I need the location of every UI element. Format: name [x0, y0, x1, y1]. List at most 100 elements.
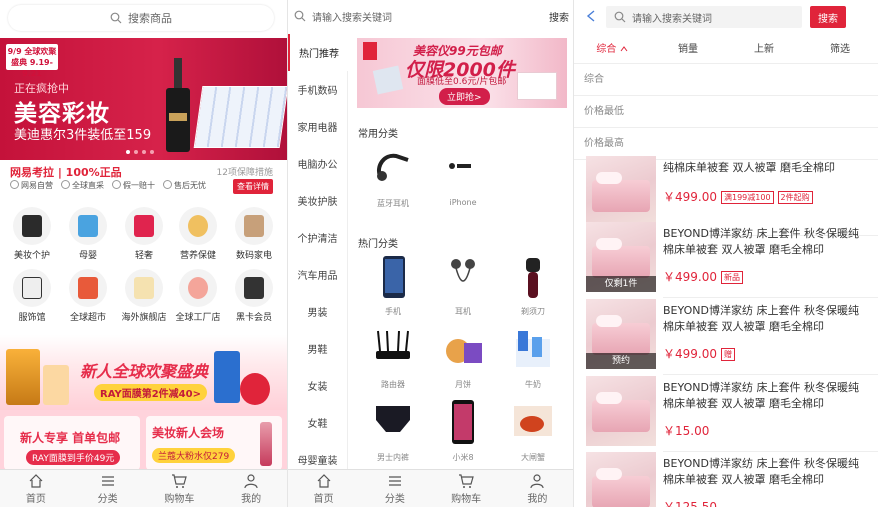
product-image	[586, 376, 656, 446]
tab-cart[interactable]: 购物车	[431, 470, 502, 507]
tab-category[interactable]: 分类	[359, 470, 430, 507]
stock-label: 仅剩1件	[586, 276, 656, 292]
sidebar-item-skincare[interactable]: 美妆护肤	[288, 182, 348, 219]
product-card[interactable]: 预约 BEYOND博洋家纺 床上套件 秋冬保暖纯棉床单被套 双人被罩 磨毛全棉印…	[574, 299, 878, 375]
hero-banner[interactable]: 9/9 全球欢聚盛典 9.19-9.21 正在疯抢中 美容彩妆 美迪惠尔3件装低…	[0, 38, 287, 160]
product-price: ￥15.00	[663, 424, 710, 438]
preorder-label: 预约	[586, 353, 656, 369]
tab-mine[interactable]: 我的	[502, 470, 573, 507]
sidebar-item-womenswear[interactable]: 女装	[288, 367, 348, 404]
product-price: ￥499.00 赠	[663, 345, 735, 362]
search-placeholder: 搜索商品	[128, 12, 172, 25]
home-icon	[317, 473, 331, 488]
newcomer-promo-banner[interactable]: 新人全球欢聚盛典 RAY面膜第2件减40>	[0, 335, 287, 410]
common-bluetooth-earphone[interactable]: 蓝牙耳机	[358, 146, 428, 209]
hot-earphone[interactable]: 耳机	[428, 254, 498, 317]
search-input[interactable]: 请输入搜索关键词	[312, 9, 549, 24]
sort-option[interactable]: 综合	[574, 64, 878, 96]
newcomer-card[interactable]: 新人专享 首单包邮 RAY面膜到手价49元	[4, 416, 140, 470]
common-title: 常用分类	[358, 129, 398, 140]
category-global-market[interactable]: 全球超市	[62, 269, 114, 323]
category-overseas-store[interactable]: 海外旗舰店	[118, 269, 170, 323]
sidebar-item-office[interactable]: 电脑办公	[288, 145, 348, 182]
tab-cart[interactable]: 购物车	[144, 470, 216, 507]
product-price: ￥499.00 新品	[663, 268, 743, 285]
sort-option[interactable]: 价格最低	[574, 96, 878, 128]
hero-line2: 美容彩妆	[14, 101, 110, 127]
tab-mine[interactable]: 我的	[215, 470, 287, 507]
sort-comprehensive[interactable]: 综合	[574, 36, 650, 63]
assurance-count: 12项保障措施	[216, 168, 273, 178]
hot-shaver[interactable]: 剃须刀	[498, 254, 568, 317]
search-icon	[110, 12, 122, 24]
product-price: ￥499.00 满199减100 2件起购	[663, 188, 813, 205]
search-button[interactable]: 搜索	[810, 6, 846, 28]
sidebar-item-menswear[interactable]: 男装	[288, 293, 348, 330]
product-image: 预约	[586, 299, 656, 369]
promo-title: 新人全球欢聚盛典	[80, 362, 209, 381]
sidebar-item-auto[interactable]: 汽车用品	[288, 256, 348, 293]
sort-dropdown: 综合 价格最低 价格最高	[574, 64, 878, 160]
sidebar-item-hot[interactable]: 热门推荐	[288, 34, 348, 71]
tab-home[interactable]: 首页	[288, 470, 359, 507]
search-icon	[614, 11, 626, 23]
sort-new[interactable]: 上新	[726, 36, 802, 63]
chevron-up-icon	[620, 46, 627, 52]
user-icon	[530, 473, 544, 488]
search-results-screen: 请输入搜索关键词 搜索 综合 销量 上新 筛选 综合 价格最低 价格最高 纯棉床…	[574, 0, 878, 507]
product-card[interactable]: 仅剩1件 BEYOND博洋家纺 床上套件 秋冬保暖纯棉床单被套 双人被罩 磨毛全…	[574, 222, 878, 298]
hot-router[interactable]: 路由器	[358, 327, 428, 390]
category-luxury[interactable]: 轻奢	[118, 207, 170, 261]
sidebar-item-digital[interactable]: 手机数码	[288, 71, 348, 108]
search-input[interactable]: 请输入搜索关键词	[606, 6, 802, 28]
tab-category[interactable]: 分类	[72, 470, 144, 507]
product-card[interactable]: BEYOND博洋家纺 床上套件 秋冬保暖纯棉床单被套 双人被罩 磨毛全棉印 ￥1…	[574, 376, 878, 452]
common-iphone[interactable]: iPhone	[428, 146, 498, 207]
sidebar-item-mens-shoes[interactable]: 男鞋	[288, 330, 348, 367]
tab-home[interactable]: 首页	[0, 470, 72, 507]
hot-hairy-crab[interactable]: 大闸蟹	[498, 400, 568, 463]
category-apparel[interactable]: 服饰馆	[6, 269, 58, 323]
assurance-item: 网易自营	[10, 180, 53, 191]
hot-mooncake[interactable]: 月饼	[428, 327, 498, 390]
bottom-tab-bar: 首页 分类 购物车 我的	[288, 469, 573, 507]
search-bar[interactable]: 请输入搜索关键词 搜索	[294, 5, 569, 27]
back-icon[interactable]	[586, 10, 596, 22]
product-card[interactable]: BEYOND博洋家纺 床上套件 秋冬保暖纯棉床单被套 双人被罩 磨毛全棉印 ￥1…	[574, 452, 878, 507]
hot-phone[interactable]: 手机	[358, 254, 428, 317]
sidebar-item-cleaning[interactable]: 个护清洁	[288, 219, 348, 256]
search-bar[interactable]: 搜索商品	[8, 5, 274, 31]
sidebar-item-womens-shoes[interactable]: 女鞋	[288, 404, 348, 441]
hot-mi8[interactable]: 小米8	[428, 400, 498, 463]
bottom-tab-bar: 首页 分类 购物车 我的	[0, 469, 287, 507]
view-details-button[interactable]: 查看详情	[233, 179, 273, 194]
hot-mens-underwear[interactable]: 男士内裤	[358, 400, 428, 463]
promo-badge: 新品	[721, 271, 743, 284]
category-digital[interactable]: 数码家电	[228, 207, 280, 261]
hero-line3: 美迪惠尔3件装低至159	[14, 128, 152, 143]
category-factory-store[interactable]: 全球工厂店	[172, 269, 224, 323]
promo-subtitle: RAY面膜第2件减40>	[94, 384, 207, 401]
category-icon	[101, 475, 114, 486]
sort-filter[interactable]: 筛选	[802, 36, 878, 63]
category-health[interactable]: 营养保健	[172, 207, 224, 261]
search-button[interactable]: 搜索	[549, 9, 569, 24]
serum-bottle-image	[166, 58, 190, 152]
sidebar-item-appliance[interactable]: 家用电器	[288, 108, 348, 145]
assurance-items: 网易自营 全球直采 假一赔十 售后无忧	[10, 180, 206, 191]
category-beauty[interactable]: 美妆个护	[6, 207, 58, 261]
product-image: 仅剩1件	[586, 222, 656, 292]
sort-sales[interactable]: 销量	[650, 36, 726, 63]
grab-now-button[interactable]: 立即抢>	[439, 88, 490, 105]
category-icon	[388, 475, 401, 486]
category-banner[interactable]: 美容仪99元包邮 仅限2000件 面膜低至0.6元/片包邮 立即抢>	[357, 38, 567, 108]
product-name: BEYOND博洋家纺 床上套件 秋冬保暖纯棉床单被套 双人被罩 磨毛全棉印	[663, 457, 859, 486]
beauty-newcomer-card[interactable]: 美妆新人会场 兰蔻大粉水仅279	[146, 416, 282, 470]
category-black-card[interactable]: 黑卡会员	[228, 269, 280, 323]
product-name: BEYOND博洋家纺 床上套件 秋冬保暖纯棉床单被套 双人被罩 磨毛全棉印	[663, 381, 859, 410]
hot-milk[interactable]: 牛奶	[498, 327, 568, 390]
category-baby[interactable]: 母婴	[62, 207, 114, 261]
category-screen: 请输入搜索关键词 搜索 热门推荐 手机数码 家用电器 电脑办公 美妆护肤 个护清…	[288, 0, 573, 507]
product-price: ￥125.50	[663, 500, 717, 507]
product-image	[586, 452, 656, 507]
